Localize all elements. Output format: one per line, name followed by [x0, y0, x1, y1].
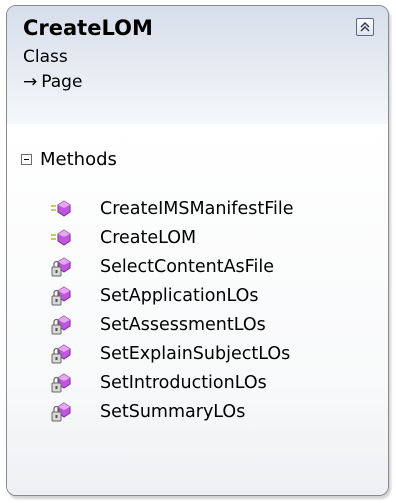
- method-item[interactable]: SetSummaryLOs: [50, 397, 293, 426]
- private-method-icon: [50, 314, 72, 336]
- public-method-icon: [50, 198, 72, 220]
- method-item[interactable]: SetExplainSubjectLOs: [50, 339, 293, 368]
- public-method-icon: [50, 227, 72, 249]
- method-item[interactable]: SetAssessmentLOs: [50, 310, 293, 339]
- double-chevron-up-icon: [360, 21, 370, 32]
- methods-section-header[interactable]: Methods: [21, 149, 117, 170]
- method-name: SetExplainSubjectLOs: [100, 343, 291, 364]
- private-method-icon: [50, 285, 72, 307]
- method-item[interactable]: SelectContentAsFile: [50, 252, 293, 281]
- class-shape[interactable]: CreateLOM Class → Page Methods CreateIMS…: [6, 5, 389, 496]
- collapse-button[interactable]: [356, 18, 374, 36]
- base-class: → Page: [23, 72, 82, 92]
- collapse-minus-icon[interactable]: [21, 154, 32, 165]
- method-item[interactable]: SetApplicationLOs: [50, 281, 293, 310]
- method-name: SetApplicationLOs: [100, 285, 259, 306]
- class-title: CreateLOM: [23, 16, 153, 40]
- method-list: CreateIMSManifestFile CreateLOM SelectCo…: [50, 194, 293, 426]
- class-stereotype: Class: [23, 47, 68, 67]
- method-name: SetSummaryLOs: [100, 401, 246, 422]
- private-method-icon: [50, 343, 72, 365]
- method-item[interactable]: CreateIMSManifestFile: [50, 194, 293, 223]
- base-class-name: Page: [41, 72, 83, 92]
- method-item[interactable]: CreateLOM: [50, 223, 293, 252]
- method-name: CreateIMSManifestFile: [100, 198, 294, 219]
- method-name: SetAssessmentLOs: [100, 314, 266, 335]
- method-name: CreateLOM: [100, 227, 197, 248]
- method-item[interactable]: SetIntroductionLOs: [50, 368, 293, 397]
- method-name: SetIntroductionLOs: [100, 372, 267, 393]
- inherit-arrow-icon: →: [23, 72, 38, 92]
- methods-compartment: Methods CreateIMSManifestFile CreateLOM …: [7, 124, 388, 495]
- methods-label: Methods: [40, 149, 117, 170]
- private-method-icon: [50, 256, 72, 278]
- class-header: CreateLOM Class → Page: [7, 6, 388, 124]
- private-method-icon: [50, 401, 72, 423]
- private-method-icon: [50, 372, 72, 394]
- method-name: SelectContentAsFile: [100, 256, 274, 277]
